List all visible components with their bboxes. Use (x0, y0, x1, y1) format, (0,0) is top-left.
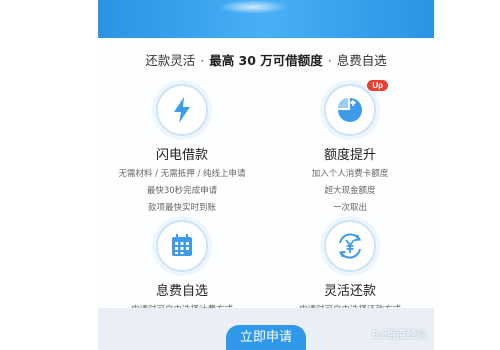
tagline-dot: · (200, 53, 205, 68)
feature-desc-line: 无需材料 / 无需抵押 / 纯线上申请 (118, 169, 246, 179)
lightning-icon (156, 84, 208, 136)
tagline-part-2: 最高 30 万可借额度 (209, 53, 323, 68)
feature-fee-choice: 息费自选 申请时可自由选择计费方式 (98, 220, 266, 319)
feature-limit-increase: Up 额度提升 加入个人消费卡额度 超大现金额度 一次取出 (266, 80, 434, 217)
feature-title: 灵活还款 (323, 284, 376, 299)
feature-desc-line: 超大现金额度 (324, 186, 376, 196)
feature-flexible-repay: 灵活还款 申请时可自由选择还款方式 (266, 220, 434, 319)
up-badge: Up (367, 80, 388, 91)
tagline-dot: · (327, 53, 332, 68)
feature-desc-line: 加入个人消费卡额度 (311, 169, 389, 179)
yen-cycle-icon (324, 220, 376, 272)
top-banner (98, 0, 434, 38)
feature-title: 息费自选 (155, 284, 208, 299)
calendar-icon (156, 220, 208, 272)
feature-title: 额度提升 (323, 148, 376, 163)
feature-desc-line: 最快30秒完成申请 (146, 186, 218, 196)
left-margin (0, 0, 98, 350)
pie-chart-up-icon: Up (324, 80, 388, 136)
tagline-part-3: 息费自选 (336, 53, 387, 68)
feature-desc-line: 款项最快实时到账 (147, 203, 216, 213)
feature-flash-loan: 闪电借款 无需材料 / 无需抵押 / 纯线上申请 最快30秒完成申请 款项最快实… (98, 84, 266, 217)
app-screen: 还款灵活 · 最高 30 万可借额度 · 息费自选 闪电借款 无需材料 / 无需抵押 /… (98, 0, 434, 350)
feature-title: 闪电借款 (155, 148, 208, 163)
apply-now-button[interactable]: 立即申请 (226, 325, 306, 350)
banner-glow (218, 0, 288, 14)
watermark: Bai百度经验 (372, 330, 427, 341)
feature-desc-line: 一次取出 (332, 203, 367, 213)
right-margin (434, 0, 500, 350)
tagline-part-1: 还款灵活 (145, 53, 196, 68)
tagline: 还款灵活 · 最高 30 万可借额度 · 息费自选 (98, 50, 434, 69)
